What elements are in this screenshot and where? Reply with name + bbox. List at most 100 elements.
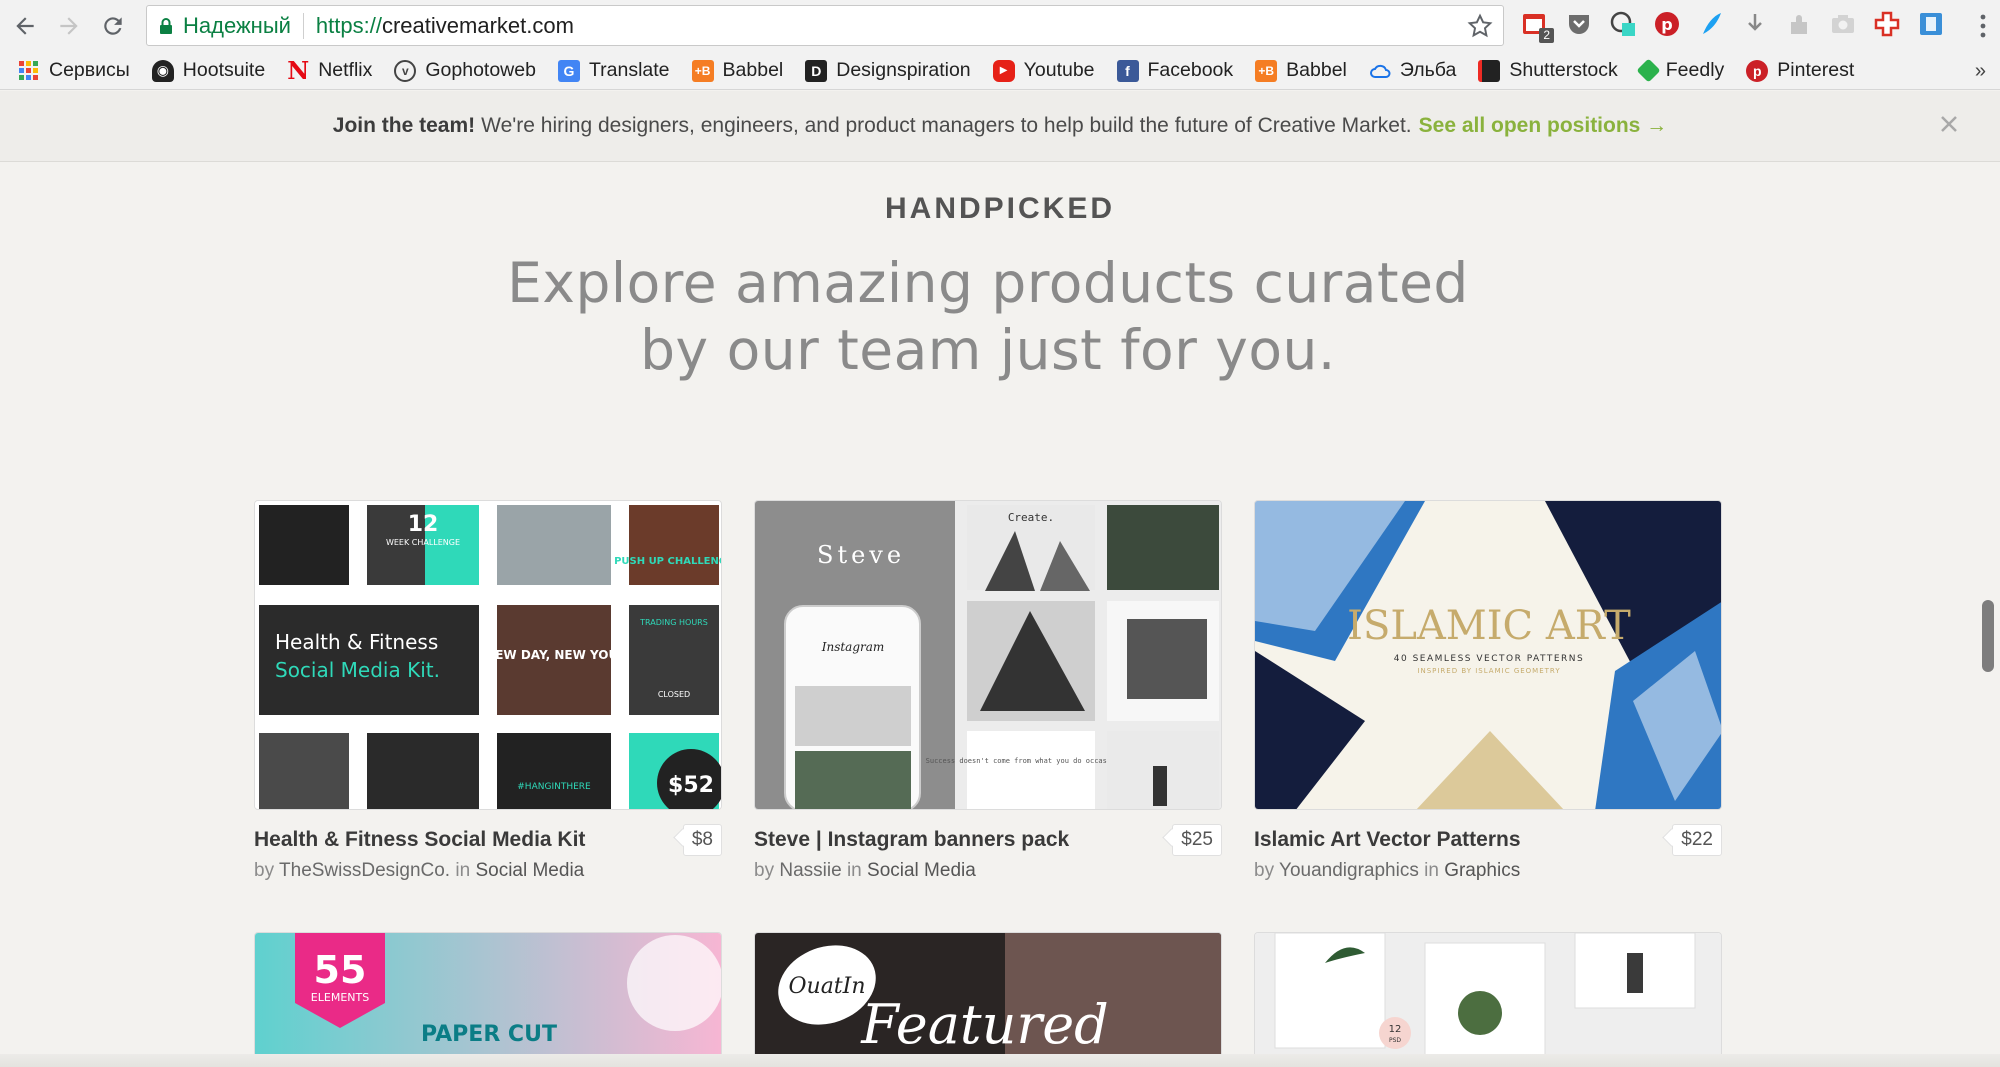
paper-cut-preview: 55 ELEMENTS PAPER CUT bbox=[255, 933, 721, 1061]
thumb-hours: TRADING HOURS bbox=[639, 618, 708, 627]
back-arrow-icon bbox=[16, 17, 34, 35]
browser-menu-icon[interactable] bbox=[1980, 14, 1986, 38]
forward-button[interactable] bbox=[50, 7, 88, 45]
bookmark-babbel-2[interactable]: +B Babbel bbox=[1255, 59, 1347, 82]
download-ext-icon[interactable] bbox=[1740, 9, 1770, 39]
in-label: in bbox=[846, 860, 862, 881]
babbel-icon: +B bbox=[691, 59, 714, 82]
bookmarks-overflow-button[interactable]: » bbox=[1975, 60, 1986, 83]
product-card[interactable]: Steve Instagram Create. Success doesn't … bbox=[754, 500, 1222, 882]
svg-text:p: p bbox=[1661, 15, 1672, 34]
bookmark-facebook[interactable]: f Facebook bbox=[1116, 59, 1234, 82]
product-author[interactable]: Youandigraphics bbox=[1279, 860, 1419, 881]
bookmark-feedly[interactable]: Feedly bbox=[1636, 58, 1725, 83]
bookmark-gophotoweb[interactable]: v Gophotoweb bbox=[394, 59, 536, 82]
feather-ext-icon[interactable] bbox=[1696, 9, 1726, 39]
secure-label: Надежный bbox=[183, 12, 291, 38]
steve-instagram-preview: Steve Instagram Create. Success doesn't … bbox=[755, 501, 1221, 809]
product-card[interactable]: OuatIn Featured bbox=[754, 932, 1222, 1062]
product-byline: by Nassiie in Social Media bbox=[754, 860, 1222, 882]
calendar-ext-icon[interactable]: 2 bbox=[1520, 9, 1554, 43]
price-tag: $8 bbox=[682, 824, 722, 856]
thumb-newday: NEW DAY, NEW YOU. bbox=[485, 648, 623, 662]
bookmark-youtube[interactable]: ▶ Youtube bbox=[992, 59, 1095, 82]
product-thumbnail[interactable]: 55 ELEMENTS PAPER CUT bbox=[254, 932, 722, 1062]
viewport-bottom-edge bbox=[0, 1054, 2000, 1067]
box-ext-icon[interactable] bbox=[1916, 9, 1946, 39]
camera-ext-icon[interactable] bbox=[1828, 9, 1858, 39]
product-category[interactable]: Graphics bbox=[1444, 860, 1520, 881]
medical-cross-ext-icon[interactable] bbox=[1872, 9, 1902, 39]
headline-line-1: Explore amazing products curated bbox=[507, 251, 1469, 315]
product-byline: by Youandigraphics in Graphics bbox=[1254, 860, 1722, 882]
apps-grid-icon bbox=[18, 60, 40, 82]
thumb-elements: ELEMENTS bbox=[311, 991, 369, 1004]
mockup-preview: 12 PSD bbox=[1255, 933, 1721, 1061]
product-thumbnail[interactable]: Steve Instagram Create. Success doesn't … bbox=[754, 500, 1222, 810]
reload-button[interactable] bbox=[94, 7, 132, 45]
pocket-icon[interactable] bbox=[1564, 9, 1594, 39]
elba-cloud-icon bbox=[1369, 60, 1391, 82]
url-text[interactable]: https://creativemarket.com bbox=[316, 13, 574, 39]
thumb-price-badge: $52 bbox=[668, 773, 714, 798]
bookmark-translate[interactable]: G Translate bbox=[557, 59, 670, 82]
product-category[interactable]: Social Media bbox=[867, 860, 976, 881]
bookmark-label: Facebook bbox=[1147, 59, 1234, 81]
bookmark-star-icon[interactable] bbox=[1467, 13, 1493, 39]
product-title[interactable]: Islamic Art Vector Patterns bbox=[1254, 828, 1722, 852]
address-bar[interactable]: Надежный https://creativemarket.com bbox=[146, 5, 1504, 46]
bookmark-shutterstock[interactable]: Shutterstock bbox=[1478, 59, 1618, 82]
open-positions-link[interactable]: See all open positions → bbox=[1419, 114, 1668, 138]
product-card[interactable]: 12 WEEK CHALLENGE PUSH UP CHALLENGE Heal… bbox=[254, 500, 722, 882]
bookmark-pinterest[interactable]: p Pinterest bbox=[1746, 59, 1854, 82]
thumb-12: 12 bbox=[1389, 1024, 1402, 1035]
close-icon[interactable] bbox=[1938, 113, 1960, 135]
product-title[interactable]: Health & Fitness Social Media Kit bbox=[254, 828, 722, 852]
thumb-kit-line2: Social Media Kit. bbox=[275, 658, 440, 682]
product-meta: Health & Fitness Social Media Kit by The… bbox=[254, 824, 722, 882]
thumb-paper-cut: PAPER CUT bbox=[421, 1022, 557, 1047]
extension-icons: 2 p bbox=[1520, 9, 1946, 43]
announcement-text: We're hiring designers, engineers, and p… bbox=[481, 114, 1412, 137]
thumb-ouat-logo: OuatIn bbox=[788, 974, 865, 999]
product-card[interactable]: 12 PSD bbox=[1254, 932, 1722, 1062]
puzzle-ext-icon[interactable] bbox=[1784, 9, 1814, 39]
bookmark-label: Feedly bbox=[1665, 59, 1725, 81]
product-thumbnail[interactable]: 12 WEEK CHALLENGE PUSH UP CHALLENGE Heal… bbox=[254, 500, 722, 810]
product-thumbnail[interactable]: 12 PSD bbox=[1254, 932, 1722, 1062]
feedly-icon bbox=[1636, 58, 1661, 83]
product-card[interactable]: ISLAMIC ART 40 SEAMLESS VECTOR PATTERNS … bbox=[1254, 500, 1722, 882]
product-meta: Islamic Art Vector Patterns by Youandigr… bbox=[1254, 824, 1722, 882]
product-card[interactable]: 55 ELEMENTS PAPER CUT bbox=[254, 932, 722, 1062]
bookmark-label: Youtube bbox=[1023, 59, 1095, 81]
babbel-icon: +B bbox=[1255, 59, 1278, 82]
bookmark-designspiration[interactable]: D Designspiration bbox=[805, 59, 971, 82]
price-tag: $22 bbox=[1672, 824, 1722, 856]
omnibox-divider bbox=[302, 12, 304, 39]
product-thumbnail[interactable]: ISLAMIC ART 40 SEAMLESS VECTOR PATTERNS … bbox=[1254, 500, 1722, 810]
bookmark-services[interactable]: Сервисы bbox=[18, 59, 130, 82]
product-title[interactable]: Steve | Instagram banners pack bbox=[754, 828, 1222, 852]
speed-dial-icon[interactable] bbox=[1608, 9, 1638, 39]
bookmark-label: Shutterstock bbox=[1509, 59, 1618, 81]
in-label: in bbox=[455, 860, 471, 881]
facebook-icon: f bbox=[1116, 59, 1139, 82]
hiring-announcement: Join the team! We're hiring designers, e… bbox=[0, 91, 2000, 162]
bookmark-hootsuite[interactable]: ◉ Hootsuite bbox=[151, 59, 265, 82]
pinterest-icon: p bbox=[1746, 59, 1769, 82]
bookmark-elba[interactable]: Эльба bbox=[1369, 59, 1456, 82]
shutterstock-icon bbox=[1478, 59, 1501, 82]
back-button[interactable] bbox=[6, 7, 44, 45]
pinterest-ext-icon[interactable]: p bbox=[1652, 9, 1682, 39]
thumb-week: WEEK CHALLENGE bbox=[386, 538, 460, 547]
product-author[interactable]: TheSwissDesignCo. bbox=[279, 860, 450, 881]
product-thumbnail[interactable]: OuatIn Featured bbox=[754, 932, 1222, 1062]
page-scrollbar-thumb[interactable] bbox=[1982, 600, 1994, 672]
url-host: creativemarket.com bbox=[381, 12, 574, 38]
product-author[interactable]: Nassiie bbox=[779, 860, 841, 881]
thumb-quote: Success doesn't come from what you do oc… bbox=[926, 757, 1137, 765]
product-category[interactable]: Social Media bbox=[475, 860, 584, 881]
bookmark-netflix[interactable]: N Netflix bbox=[287, 56, 372, 85]
bookmark-babbel[interactable]: +B Babbel bbox=[691, 59, 784, 82]
bookmark-label: Babbel bbox=[722, 59, 784, 81]
